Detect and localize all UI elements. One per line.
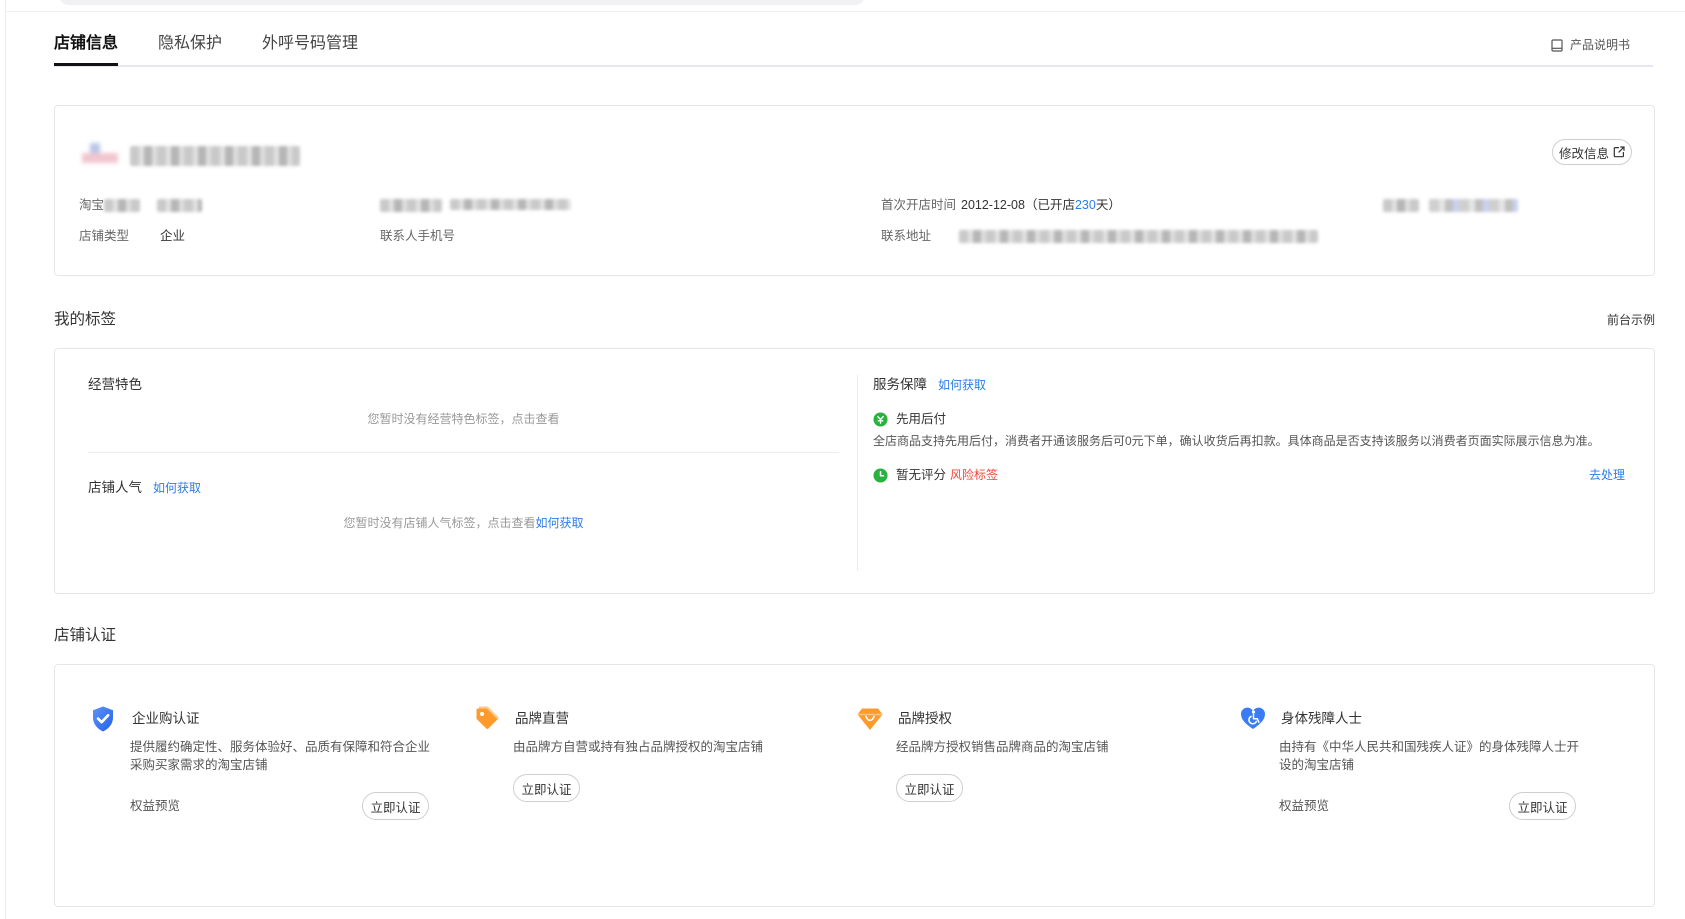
my-tags-card: 经营特色 您暂时没有经营特色标签，点击查看 店铺人气 如何获取 您暂时没有店铺人…: [54, 348, 1655, 594]
business-feature-label: 经营特色: [88, 377, 142, 392]
edit-info-label: 修改信息: [1558, 146, 1609, 161]
cert-brand-auth-title: 品牌授权: [898, 711, 952, 726]
popularity-empty: 您暂时没有店铺人气标签，点击查看如何获取: [88, 514, 839, 532]
tags-column-divider: [857, 375, 858, 571]
diamond-icon: [856, 705, 884, 738]
business-feature-empty[interactable]: 您暂时没有经营特色标签，点击查看: [88, 410, 839, 428]
yen-badge-icon: [873, 411, 888, 427]
cert-enterprise-apply-button[interactable]: 立即认证: [362, 792, 429, 820]
service-header: 服务保障 如何获取: [873, 376, 986, 394]
frontend-example-link[interactable]: 前台示例: [1607, 311, 1655, 329]
top-search-bar-edge[interactable]: [59, 0, 865, 5]
cert-brand-direct-desc: 由品牌方自营或持有独占品牌授权的淘宝店铺: [513, 740, 764, 754]
popularity-empty-link[interactable]: 如何获取: [536, 516, 584, 530]
taobao-label: 淘宝: [79, 198, 105, 212]
page: 店铺信息 隐私保护 外呼号码管理 产品说明书 修改信息 淘宝 首次开店时间 20…: [0, 0, 1685, 919]
cert-brand-direct-title: 品牌直营: [515, 711, 569, 726]
cert-enterprise-benefits-link[interactable]: 权益预览: [130, 797, 180, 815]
left-border: [5, 0, 6, 919]
top-border: [5, 11, 1685, 12]
tab-privacy[interactable]: 隐私保护: [158, 34, 222, 54]
edit-info-button[interactable]: 修改信息: [1552, 139, 1632, 165]
rating-row: 暂无评分 风险标签: [873, 466, 998, 484]
cert-enterprise-title: 企业购认证: [132, 711, 200, 726]
external-edit-icon: [1613, 146, 1625, 158]
pay-later-title: 先用后付: [896, 412, 947, 426]
tab-shop-info[interactable]: 店铺信息: [54, 34, 118, 54]
certification-card: 企业购认证 提供履约确定性、服务体验好、品质有保障和符合企业采购买家需求的淘宝店…: [54, 664, 1655, 907]
service-how-link[interactable]: 如何获取: [938, 376, 986, 394]
field-redacted-4: [1429, 199, 1518, 212]
cert-disability-benefits-link[interactable]: 权益预览: [1279, 797, 1329, 815]
address-redacted: [959, 230, 1318, 243]
popularity-label: 店铺人气: [88, 480, 142, 495]
tag-icon: [473, 704, 501, 737]
certification-title: 店铺认证: [54, 627, 117, 644]
risk-tag-label: 风险标签: [950, 468, 999, 482]
cert-brand-auth-desc: 经品牌方授权销售品牌商品的淘宝店铺: [896, 740, 1109, 754]
cert-disability-title: 身体残障人士: [1281, 711, 1362, 726]
rating-title: 暂无评分: [896, 468, 947, 482]
open-days-prefix: （已开店: [1024, 198, 1075, 212]
cert-brand-auth-apply-button[interactable]: 立即认证: [896, 774, 963, 802]
clock-icon: [873, 467, 888, 483]
field-redacted-2: [450, 199, 571, 210]
open-days-count: 230: [1074, 198, 1096, 212]
open-days-suffix: 天）: [1095, 198, 1121, 212]
popularity-how-link[interactable]: 如何获取: [153, 479, 201, 497]
cert-disability-apply-button[interactable]: 立即认证: [1509, 792, 1576, 820]
popularity-header: 店铺人气 如何获取: [88, 479, 201, 497]
contact-phone-label: 联系人手机号: [380, 229, 456, 243]
product-manual-label: 产品说明书: [1570, 38, 1631, 52]
heart-wheelchair-icon: [1239, 704, 1267, 737]
my-tags-title: 我的标签: [54, 311, 117, 328]
tags-divider: [88, 452, 839, 453]
shop-name-redacted: [130, 146, 300, 166]
cert-brand-direct-apply-button[interactable]: 立即认证: [513, 774, 580, 802]
field-redacted-1: [380, 199, 442, 212]
pay-later-desc: 全店商品支持先用后付，消费者开通该服务后可0元下单，确认收货后再扣款。具体商品是…: [873, 434, 1600, 448]
shield-check-icon: [90, 705, 116, 738]
shop-type-label: 店铺类型: [79, 229, 130, 243]
product-manual-link[interactable]: 产品说明书: [1551, 36, 1630, 54]
tab-bar-line: [54, 65, 1653, 67]
address-label: 联系地址: [881, 229, 932, 243]
shop-info-card: 修改信息 淘宝 首次开店时间 2012-12-08 （已开店 230 天） 店铺…: [54, 105, 1655, 276]
shop-logo-redacted: [82, 143, 120, 167]
first-open-value: 2012-12-08 （已开店 230 天）: [961, 196, 1121, 214]
tab-active-indicator: [54, 63, 118, 66]
field-redacted-3: [1383, 199, 1419, 212]
cert-enterprise-desc: 提供履约确定性、服务体验好、品质有保障和符合企业采购买家需求的淘宝店铺: [130, 740, 431, 772]
cert-disability-desc: 由持有《中华人民共和国残疾人证》的身体残障人士开设的淘宝店铺: [1279, 740, 1580, 772]
taobao-label-redacted: [104, 199, 140, 212]
popularity-empty-text: 您暂时没有店铺人气标签，点击查看: [343, 516, 536, 530]
service-label: 服务保障: [873, 377, 927, 392]
taobao-value-redacted: [157, 199, 202, 212]
first-open-label: 首次开店时间: [881, 198, 957, 212]
handle-risk-link[interactable]: 去处理: [1589, 466, 1625, 484]
shop-type-value: 企业: [160, 229, 186, 243]
tab-outbound-number[interactable]: 外呼号码管理: [262, 34, 358, 54]
first-open-date: 2012-12-08: [961, 198, 1025, 212]
book-icon: [1551, 38, 1563, 52]
pay-later-row: 先用后付: [873, 410, 946, 428]
